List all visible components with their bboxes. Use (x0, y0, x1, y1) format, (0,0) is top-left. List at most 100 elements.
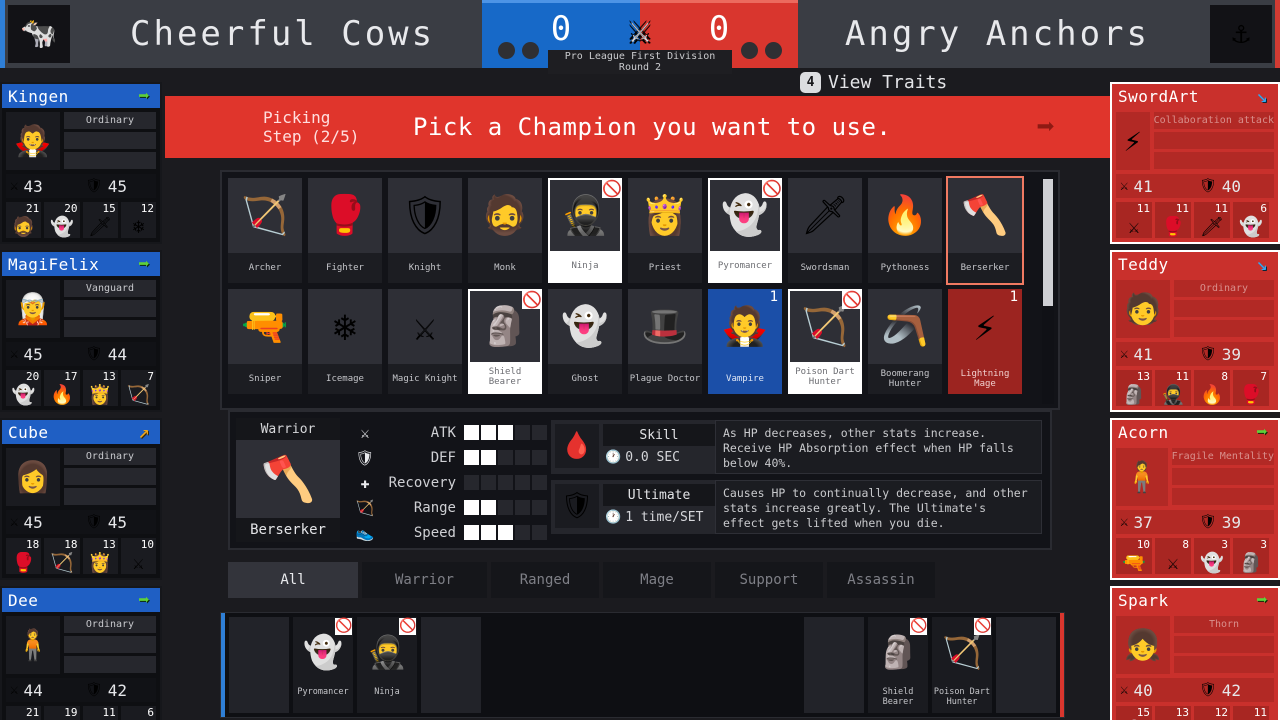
arrow-downright-blue-icon[interactable]: ↘ (1246, 252, 1278, 276)
player-card[interactable]: SwordArt ↘ ⚡ Collaboration attack ⚔ 41 🛡… (1110, 82, 1280, 244)
champion-card[interactable]: 🎩 Plague Doctor (628, 289, 702, 394)
champion-card[interactable]: 🏹 Archer (228, 178, 302, 283)
player-mini-champion[interactable]: 10 ⚔ (120, 538, 156, 574)
player-mini-champion[interactable]: 6 👻 (1233, 202, 1269, 238)
champion-card[interactable]: 🥊 Fighter (308, 178, 382, 283)
player-mini-champion[interactable]: 3 🗿 (1233, 538, 1269, 574)
champion-card[interactable]: 🪃 Boomerang Hunter (868, 289, 942, 394)
player-mini-champion[interactable]: 15 🗡 (82, 202, 118, 238)
fighter-icon: 🥊 (321, 193, 369, 237)
player-mini-champion[interactable]: 21 🧔 (6, 202, 42, 238)
filter-tab-ranged[interactable]: Ranged (491, 562, 599, 598)
player-card[interactable]: Teddy ↘ 🧑 Ordinary ⚔ 41 🛡 39 13 🗿 11 🥷 8… (1110, 250, 1280, 412)
filter-tab-all[interactable]: All (228, 562, 358, 598)
arrow-upright-gold-icon[interactable]: ↗ (128, 420, 160, 444)
player-trait (1171, 468, 1274, 485)
player-card[interactable]: Dee ➡ 🧍 Ordinary ⚔ 44 🛡 42 21 🪓 19 🧛 11 … (0, 586, 162, 720)
champion-grid-scrollbar[interactable] (1042, 178, 1054, 404)
arrow-right-green-icon[interactable]: ➡ (128, 84, 160, 108)
player-traits: Ordinary (64, 448, 156, 506)
ban-slot[interactable] (804, 617, 864, 713)
player-mini-champion[interactable]: 7 🏹 (120, 370, 156, 406)
filter-tab-support[interactable]: Support (715, 562, 823, 598)
player-mini-champion[interactable]: 13 🏹 (1155, 706, 1191, 720)
ban-slot[interactable]: 🚫 🗿 Shield Bearer (868, 617, 928, 713)
player-mini-champion[interactable]: 11 🥷 (1233, 706, 1269, 720)
champion-card[interactable]: 🚫 🗿 Shield Bearer (468, 289, 542, 394)
stat-pip (498, 500, 513, 515)
filter-tab-warrior[interactable]: Warrior (362, 562, 487, 598)
player-mini-champion[interactable]: 19 🧛 (44, 706, 80, 720)
empty-slot-icon (804, 617, 864, 687)
player-mini-champion[interactable]: 10 🔫 (1116, 538, 1152, 574)
player-mini-champion[interactable]: 11 🥊 (1155, 202, 1191, 238)
arrow-right-green-icon[interactable]: ➡ (128, 252, 160, 276)
mini-count: 15 (1136, 706, 1150, 719)
clock-icon: 🕐 (605, 449, 622, 465)
champion-card[interactable]: 🪓 Berserker (946, 176, 1024, 285)
dark-hair-portrait: 🧍 (6, 616, 60, 674)
arrow-right-green-icon[interactable]: ➡ (1246, 588, 1278, 612)
player-card[interactable]: Kingen ➡ 🧛 Ordinary ⚔ 43 🛡 45 21 🧔 20 👻 … (0, 82, 162, 244)
champion-card[interactable]: 🚫 🥷 Ninja (548, 178, 622, 283)
ban-slot[interactable] (229, 617, 289, 713)
filter-tab-mage[interactable]: Mage (603, 562, 711, 598)
player-mini-champion[interactable]: 11 🗡 (1194, 202, 1230, 238)
ban-slot[interactable] (421, 617, 481, 713)
champion-card[interactable]: 🗡 Swordsman (788, 178, 862, 283)
arrow-right-green-icon[interactable]: ➡ (128, 588, 160, 612)
player-card[interactable]: MagiFelix ➡ 🧝 Vanguard ⚔ 45 🛡 44 20 👻 17… (0, 250, 162, 412)
champion-card[interactable]: 1 🧛 Vampire (708, 289, 782, 394)
player-mini-champion[interactable]: 13 🗿 (1116, 370, 1152, 406)
stat-pip (532, 450, 547, 465)
champion-card[interactable]: 🔫 Sniper (228, 289, 302, 394)
champion-card[interactable]: 🔥 Pythoness (868, 178, 942, 283)
player-mini-champion[interactable]: 15 👻 (1116, 706, 1152, 720)
player-mini-champion[interactable]: 13 👸 (82, 370, 118, 406)
stat-pip (498, 475, 513, 490)
ban-slot[interactable]: 🚫 🏹 Poison Dart Hunter (932, 617, 992, 713)
player-mini-champion[interactable]: 7 🥊 (1233, 370, 1269, 406)
stat-pip (515, 500, 530, 515)
stat-pip (498, 450, 513, 465)
player-mini-champion[interactable]: 18 🥊 (6, 538, 42, 574)
player-card-header: Spark ➡ (1112, 588, 1278, 612)
champion-card[interactable]: 🧔 Monk (468, 178, 542, 283)
champion-card[interactable]: 🚫 🏹 Poison Dart Hunter (788, 289, 862, 394)
ban-slot[interactable]: 🚫 🥷 Ninja (357, 617, 417, 713)
player-mini-champion[interactable]: 8 🔥 (1194, 370, 1230, 406)
view-traits-button[interactable]: 4 View Traits (800, 72, 947, 93)
champion-card[interactable]: 👻 Ghost (548, 289, 622, 394)
shield-icon: 🛡 (355, 448, 375, 467)
player-mini-champion[interactable]: 11 ⚔ (1116, 202, 1152, 238)
player-card[interactable]: Spark ➡ 👧 Thorn ⚔ 40 🛡 42 15 👻 13 🏹 12 🧛… (1110, 586, 1280, 720)
player-card[interactable]: Cube ↗ 👩 Ordinary ⚔ 45 🛡 45 18 🥊 18 🏹 13… (0, 418, 162, 580)
champion-card[interactable]: 🛡 Knight (388, 178, 462, 283)
champion-card[interactable]: ❄ Icemage (308, 289, 382, 394)
player-mini-champion[interactable]: 18 🏹 (44, 538, 80, 574)
player-mini-champion[interactable]: 11 🥷 (1155, 370, 1191, 406)
player-mini-champion[interactable]: 11 ⚡ (82, 706, 118, 720)
player-mini-champion[interactable]: 8 ⚔ (1155, 538, 1191, 574)
scrollbar-thumb[interactable] (1043, 179, 1053, 306)
player-mini-champion[interactable]: 17 🔥 (44, 370, 80, 406)
player-card[interactable]: Acorn ➡ 🧍 Fragile Mentality ⚔ 37 🛡 39 10… (1110, 418, 1280, 580)
champion-card[interactable]: 👸 Priest (628, 178, 702, 283)
player-mini-champion[interactable]: 12 🧛 (1194, 706, 1230, 720)
champion-card[interactable]: ⚔ Magic Knight (388, 289, 462, 394)
arrow-right-green-icon[interactable]: ➡ (1246, 420, 1278, 444)
champion-card[interactable]: 🚫 👻 Pyromancer (708, 178, 782, 283)
ban-slot[interactable] (996, 617, 1056, 713)
champion-card[interactable]: 1 ⚡ Lightning Mage (948, 289, 1022, 394)
arrow-downright-blue-icon[interactable]: ↘ (1246, 84, 1278, 108)
player-mini-champion[interactable]: 21 🪓 (6, 706, 42, 720)
player-mini-champion[interactable]: 6 🏹 (120, 706, 156, 720)
player-mini-champion[interactable]: 12 ❄ (120, 202, 156, 238)
player-mini-champion[interactable]: 13 👸 (82, 538, 118, 574)
ban-slot[interactable]: 🚫 👻 Pyromancer (293, 617, 353, 713)
filter-tab-assassin[interactable]: Assassin (827, 562, 935, 598)
player-mini-champion[interactable]: 3 👻 (1194, 538, 1230, 574)
player-mini-champion[interactable]: 20 👻 (6, 370, 42, 406)
player-mini-champion[interactable]: 20 👻 (44, 202, 80, 238)
stat-pip (481, 425, 496, 440)
